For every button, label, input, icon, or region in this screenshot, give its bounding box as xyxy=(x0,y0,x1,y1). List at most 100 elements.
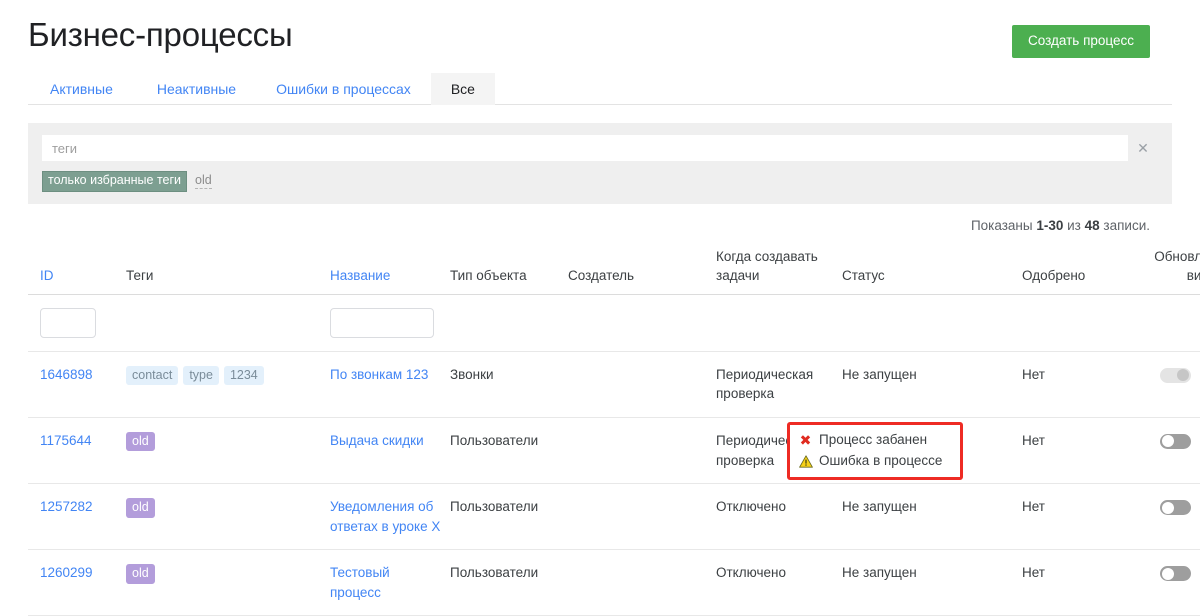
toggle-knob xyxy=(1162,568,1174,580)
table-head: ID Теги Название Тип объекта Создатель К… xyxy=(28,247,1200,295)
chip-tag-old[interactable]: old xyxy=(195,174,212,190)
cell-creator xyxy=(568,351,716,417)
table-row: 1175644 old Выдача скидки Пользователи П… xyxy=(28,418,1200,484)
warning-triangle-icon xyxy=(798,455,813,468)
filter-cell-tags xyxy=(126,294,330,351)
filter-cell-creator xyxy=(568,294,716,351)
cell-type: Пользователи xyxy=(450,418,568,484)
row-name-link[interactable]: Уведомления об ответах в уроке X xyxy=(330,499,440,534)
row-id-link[interactable]: 1257282 xyxy=(40,499,93,514)
cell-type: Пользователи xyxy=(450,550,568,616)
cell-approved: Нет xyxy=(1022,351,1142,417)
cell-name: Тестовый процесс xyxy=(330,550,450,616)
cell-when: Отключено xyxy=(716,484,842,550)
error-popup-text: Процесс забанен xyxy=(819,430,927,450)
row-tag[interactable]: old xyxy=(126,432,155,451)
cell-view-toggle xyxy=(1142,351,1200,417)
filter-input-name[interactable] xyxy=(330,308,434,338)
row-tag[interactable]: old xyxy=(126,564,155,583)
updated-view-toggle[interactable] xyxy=(1160,368,1191,383)
cell-type: Звонки xyxy=(450,351,568,417)
row-id-link[interactable]: 1175644 xyxy=(40,433,92,448)
tab-errors[interactable]: Ошибки в процессах xyxy=(256,73,431,105)
toggle-knob xyxy=(1177,369,1189,381)
row-tag[interactable]: type xyxy=(183,366,219,385)
create-process-button[interactable]: Создать процесс xyxy=(1012,25,1150,58)
cell-name: По звонкам 123 xyxy=(330,351,450,417)
filter-cell-type xyxy=(450,294,568,351)
filter-cell-when xyxy=(716,294,842,351)
process-error-popup: ✖ Процесс забанен Ошибка в процессе xyxy=(787,422,963,480)
row-name-link[interactable]: По звонкам 123 xyxy=(330,367,428,382)
column-header-name[interactable]: Название xyxy=(330,247,450,295)
cell-status: Не запущен xyxy=(842,484,1022,550)
cell-name: Выдача скидки xyxy=(330,418,450,484)
tag-filter-panel: ✕ только избранные теги old xyxy=(28,123,1172,204)
row-tag[interactable]: 1234 xyxy=(224,366,264,385)
records-range: 1-30 xyxy=(1036,218,1063,233)
cell-tags: old xyxy=(126,418,330,484)
tab-inactive[interactable]: Неактивные xyxy=(137,73,256,105)
table-header-row: ID Теги Название Тип объекта Создатель К… xyxy=(28,247,1200,295)
cell-approved: Нет xyxy=(1022,418,1142,484)
updated-view-toggle[interactable] xyxy=(1160,500,1191,515)
cell-tags: contact type 1234 xyxy=(126,351,330,417)
column-header-view: Обновленный вид xyxy=(1142,247,1200,295)
cell-id: 1175644 xyxy=(28,418,126,484)
cell-status: Не запущен xyxy=(842,351,1022,417)
column-header-approved: Одобрено xyxy=(1022,247,1142,295)
cell-approved: Нет xyxy=(1022,484,1142,550)
records-count: Показаны 1-30 из 48 записи. xyxy=(28,218,1172,233)
error-popup-line: ✖ Процесс забанен xyxy=(798,430,952,451)
column-header-id[interactable]: ID xyxy=(28,247,126,295)
column-header-type: Тип объекта xyxy=(450,247,568,295)
toggle-knob xyxy=(1162,502,1174,514)
records-middle: из xyxy=(1063,218,1084,233)
cell-creator xyxy=(568,418,716,484)
cell-tags: old xyxy=(126,484,330,550)
cell-when: Отключено xyxy=(716,550,842,616)
filter-cell-approved xyxy=(1022,294,1142,351)
row-tag[interactable]: contact xyxy=(126,366,178,385)
close-icon[interactable]: ✕ xyxy=(1128,141,1158,155)
table-body: 1646898 contact type 1234 По звонкам 123 З… xyxy=(28,294,1200,616)
cell-tags: old xyxy=(126,550,330,616)
tag-input-wrap: ✕ xyxy=(42,135,1158,161)
cell-creator xyxy=(568,484,716,550)
row-name-link[interactable]: Выдача скидки xyxy=(330,433,424,448)
tab-all[interactable]: Все xyxy=(431,73,495,105)
tab-bar: Активные Неактивные Ошибки в процессах В… xyxy=(28,72,1172,105)
cell-creator xyxy=(568,550,716,616)
column-header-creator: Создатель xyxy=(568,247,716,295)
cell-id: 1646898 xyxy=(28,351,126,417)
records-prefix: Показаны xyxy=(971,218,1036,233)
row-tag[interactable]: old xyxy=(126,498,155,517)
business-processes-page: Бизнес-процессы Создать процесс Активные… xyxy=(0,0,1200,609)
tag-chip-list: только избранные теги old xyxy=(42,171,1158,192)
row-id-link[interactable]: 1646898 xyxy=(40,367,93,382)
column-header-status: Статус xyxy=(842,247,1022,295)
records-total: 48 xyxy=(1085,218,1100,233)
cell-type: Пользователи xyxy=(450,484,568,550)
filter-cell-id xyxy=(28,294,126,351)
filter-cell-status xyxy=(842,294,1022,351)
tab-active[interactable]: Активные xyxy=(28,73,137,105)
row-name-link[interactable]: Тестовый процесс xyxy=(330,565,390,600)
tag-search-input[interactable] xyxy=(42,135,1128,161)
page-header: Бизнес-процессы Создать процесс xyxy=(28,0,1172,68)
error-popup-line: Ошибка в процессе xyxy=(798,451,952,471)
cell-id: 1257282 xyxy=(28,484,126,550)
column-header-when: Когда создавать задачи xyxy=(716,247,842,295)
row-id-link[interactable]: 1260299 xyxy=(40,565,93,580)
cell-status: Не запущен xyxy=(842,550,1022,616)
cell-view-toggle xyxy=(1142,484,1200,550)
filter-cell-view xyxy=(1142,294,1200,351)
error-popup-text: Ошибка в процессе xyxy=(819,451,942,471)
updated-view-toggle[interactable] xyxy=(1160,434,1191,449)
chip-favorite-tags-only[interactable]: только избранные теги xyxy=(42,171,187,192)
page-title: Бизнес-процессы xyxy=(28,16,292,54)
filter-input-id[interactable] xyxy=(40,308,96,338)
updated-view-toggle[interactable] xyxy=(1160,566,1191,581)
table-row: 1646898 contact type 1234 По звонкам 123 З… xyxy=(28,351,1200,417)
filter-cell-name xyxy=(330,294,450,351)
